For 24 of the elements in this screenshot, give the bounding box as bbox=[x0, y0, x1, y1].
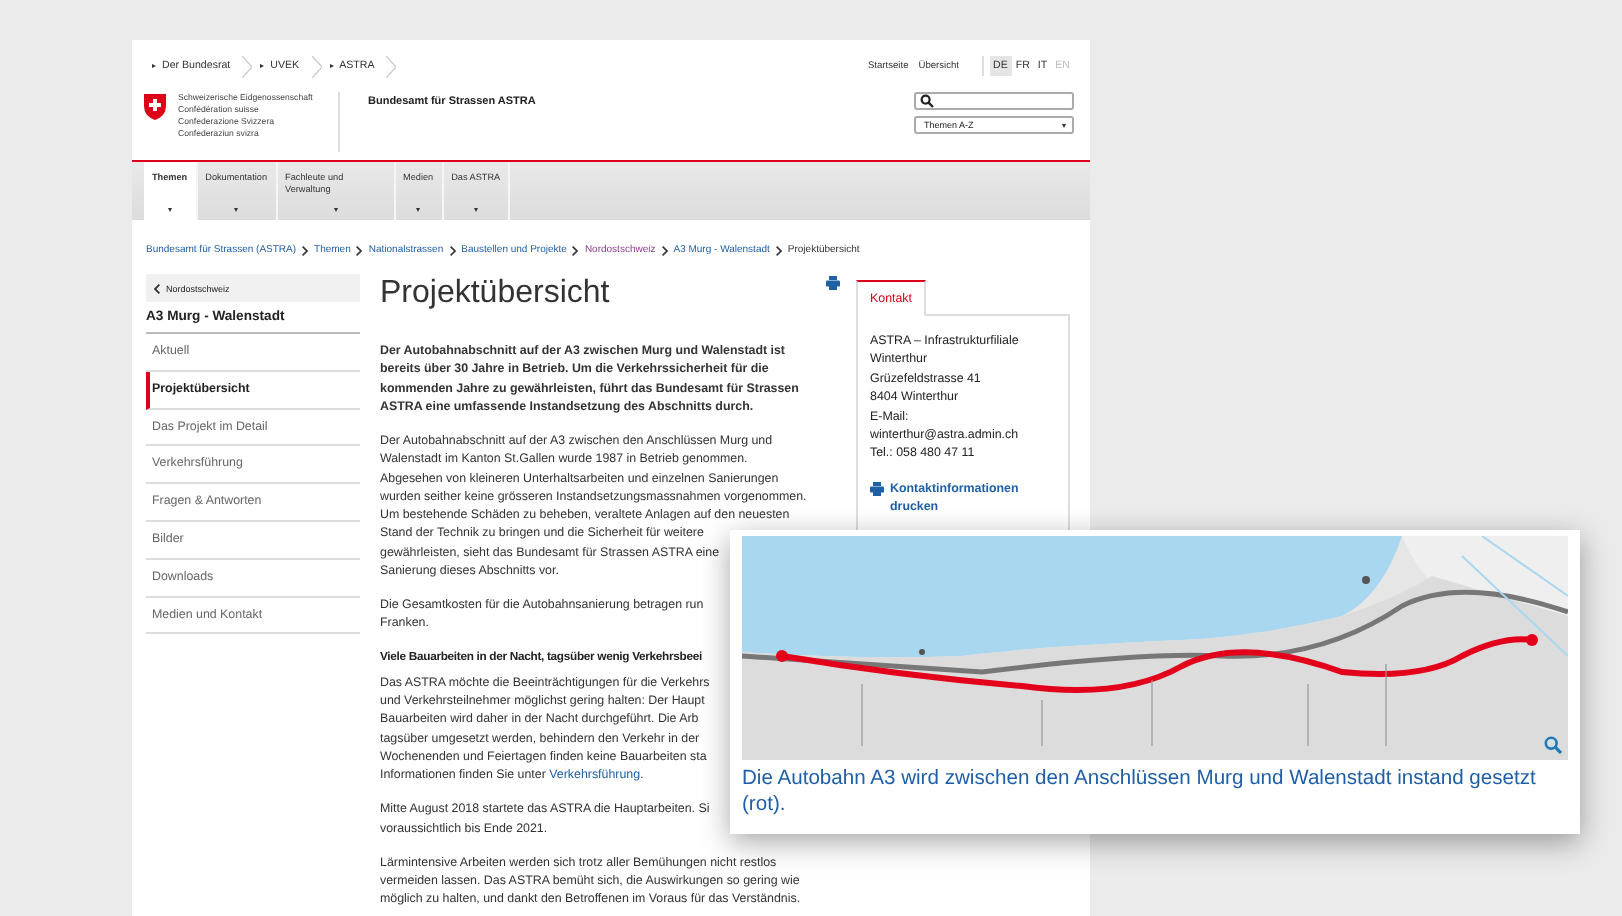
chevron-icon bbox=[775, 245, 782, 255]
caret-icon bbox=[333, 208, 338, 212]
chevron-icon bbox=[356, 245, 363, 255]
caret-icon bbox=[416, 208, 421, 212]
swiss-shield-icon bbox=[144, 94, 166, 120]
chevron-icon bbox=[572, 245, 579, 255]
image-caption: Die Autobahn A3 wird zwischen den Anschlüssen Murg und Walenstadt instand gesetzt (rot). bbox=[742, 768, 1538, 818]
chevron-icon bbox=[302, 245, 309, 255]
chevron-icon bbox=[311, 55, 322, 77]
caret-icon bbox=[473, 208, 478, 212]
printer-icon[interactable] bbox=[826, 276, 840, 290]
caret-icon bbox=[234, 208, 239, 212]
search-field[interactable] bbox=[914, 92, 1074, 110]
chevron-icon bbox=[661, 245, 668, 255]
search-icon bbox=[920, 94, 934, 108]
chevron-icon bbox=[386, 55, 397, 77]
printer-icon bbox=[870, 481, 884, 496]
caret-icon bbox=[167, 208, 172, 212]
caret-icon bbox=[1062, 123, 1066, 127]
chevron-icon bbox=[242, 55, 253, 77]
page-title: Projektübersicht bbox=[380, 274, 610, 314]
zoom-icon[interactable] bbox=[1544, 736, 1562, 754]
chevron-left-icon bbox=[154, 283, 160, 293]
chevron-icon bbox=[449, 245, 456, 255]
